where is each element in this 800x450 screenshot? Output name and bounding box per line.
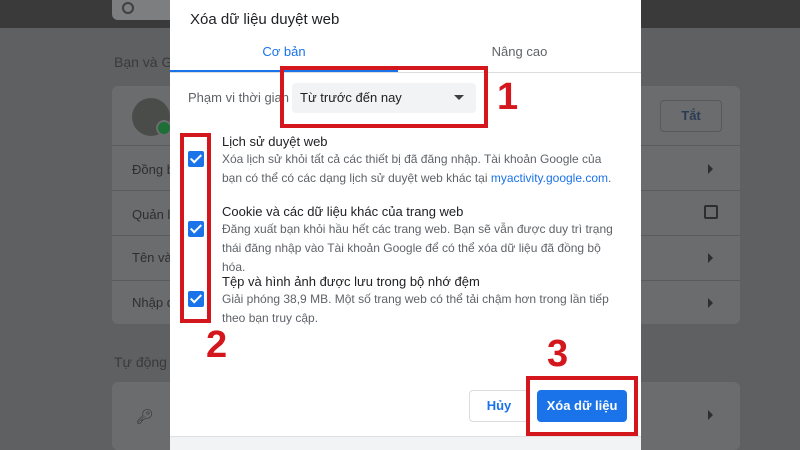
turn-off-button: Tắt: [660, 100, 722, 132]
chevron-right-icon: [708, 298, 713, 308]
annotation-box-time-range: [280, 66, 488, 128]
cache-title: Tệp và hình ảnh được lưu trong bộ nhớ đệ…: [222, 274, 480, 289]
browsing-history-desc: Xóa lịch sử khỏi tất cả các thiết bị đã …: [222, 152, 612, 185]
cache-desc: Giải phóng 38,9 MB. Một số trang web có …: [222, 292, 609, 325]
external-link-icon: [704, 205, 718, 219]
dialog-footer: [170, 436, 641, 450]
chevron-right-icon: [708, 164, 713, 174]
key-icon: 🔑︎: [136, 408, 154, 424]
settings-row-import: Nhập d: [132, 295, 174, 310]
chevron-right-icon: [708, 253, 713, 263]
dialog-title: Xóa dữ liệu duyệt web: [190, 11, 340, 28]
settings-row-name: Tên và: [132, 250, 172, 265]
myactivity-link[interactable]: myactivity.google.com: [491, 171, 608, 185]
time-range-label: Phạm vi thời gian: [188, 90, 290, 105]
cookies-desc: Đăng xuất bạn khỏi hầu hết các trang web…: [222, 222, 613, 274]
annotation-number-2: 2: [206, 324, 228, 366]
annotation-number-3: 3: [547, 333, 569, 375]
cancel-button[interactable]: Hủy: [469, 390, 529, 422]
annotation-number-1: 1: [497, 76, 519, 118]
settings-row-sync: Đồng b: [132, 162, 174, 177]
annotation-box-checkboxes: [180, 133, 211, 323]
search-icon: [122, 2, 134, 14]
annotation-box-clear-button: [526, 376, 638, 436]
cookies-title: Cookie và các dữ liệu khác của trang web: [222, 204, 464, 219]
section-title-autofill: Tự động đ: [114, 354, 179, 370]
chevron-right-icon: [708, 410, 713, 420]
browsing-history-title: Lịch sử duyệt web: [222, 134, 328, 149]
